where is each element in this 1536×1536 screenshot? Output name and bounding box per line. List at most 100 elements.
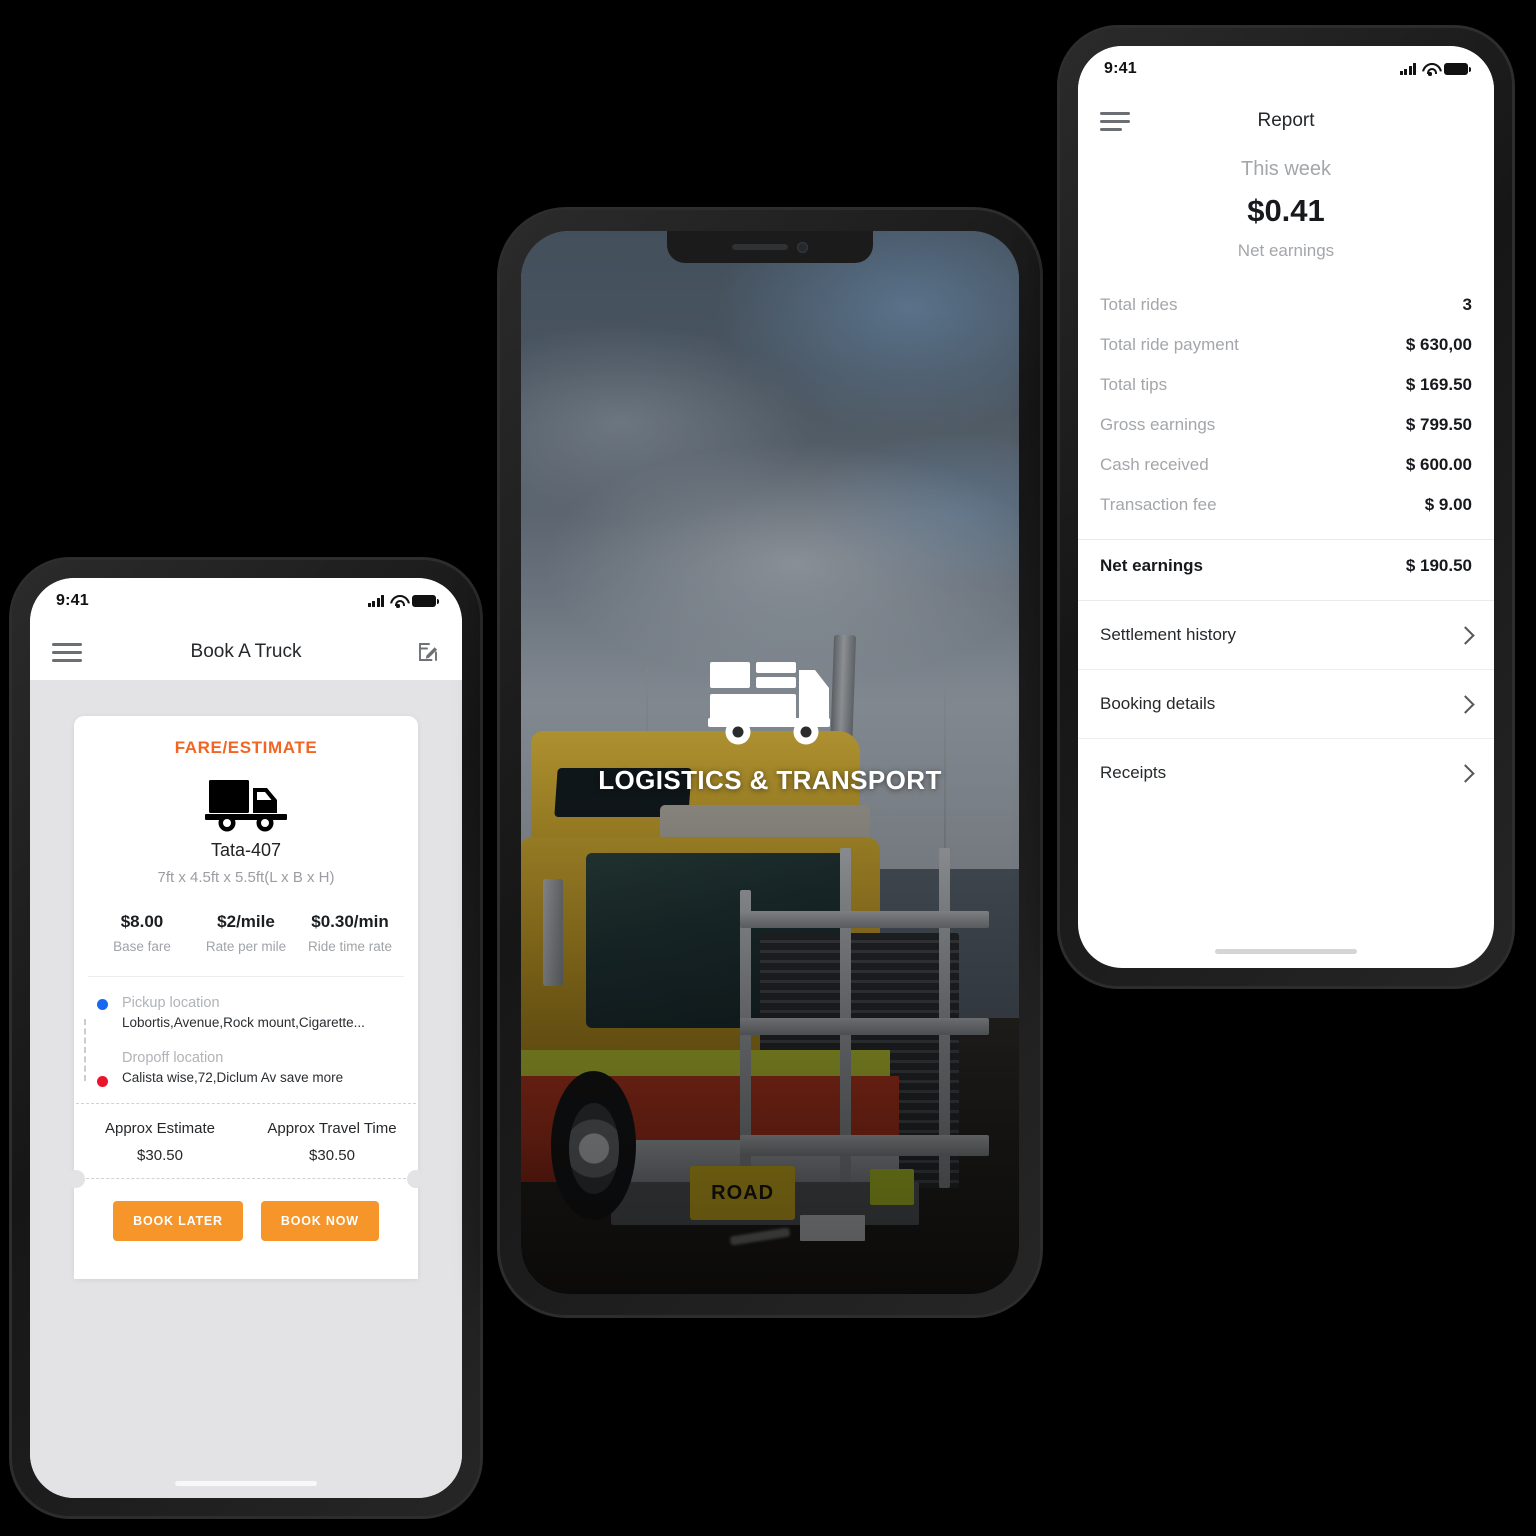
status-time: 9:41 bbox=[56, 592, 89, 609]
chevron-right-icon bbox=[1456, 625, 1475, 645]
dropoff-label: Dropoff location bbox=[122, 1050, 224, 1066]
screenshot-stage: 9:41 Book A Truck FARE/ESTIMATE Tata-407… bbox=[0, 0, 1536, 1536]
report-phone-frame: 9:41 Report This week $0.41 Net earnings bbox=[1060, 28, 1512, 986]
home-indicator[interactable] bbox=[1215, 949, 1357, 954]
summary-period: This week bbox=[1240, 158, 1332, 180]
booking-screen: 9:41 Book A Truck FARE/ESTIMATE Tata-407… bbox=[30, 578, 462, 1498]
fare-estimate-card: FARE/ESTIMATE Tata-407 7ft x 4.5ft x 5.5… bbox=[67, 716, 425, 1279]
rate-label: Base fare bbox=[113, 939, 171, 954]
row-label: Total tips bbox=[1100, 375, 1168, 394]
report-content: This week $0.41 Net earnings Total rides… bbox=[1078, 158, 1494, 807]
edit-compose-icon[interactable] bbox=[416, 640, 440, 664]
hamburger-menu-icon[interactable] bbox=[52, 642, 82, 662]
report-links-list: Settlement history Booking details Recei… bbox=[1078, 601, 1494, 807]
status-bar: 9:41 bbox=[30, 578, 462, 624]
fare-estimate-heading: FARE/ESTIMATE bbox=[174, 738, 318, 757]
table-row: Cash received $ 600.00 bbox=[1078, 445, 1494, 485]
book-now-button[interactable]: BOOK NOW bbox=[260, 1201, 379, 1241]
ticket-zigzag-edge bbox=[74, 1267, 418, 1278]
link-receipts[interactable]: Receipts bbox=[1078, 739, 1494, 807]
table-row: Total rides 3 bbox=[1078, 285, 1494, 325]
status-indicators bbox=[367, 595, 439, 608]
chevron-right-icon bbox=[1456, 694, 1475, 714]
row-label: Cash received bbox=[1100, 455, 1209, 474]
approx-estimate: Approx Estimate $30.50 bbox=[74, 1120, 246, 1164]
approx-travel-time: Approx Travel Time $30.50 bbox=[246, 1120, 418, 1164]
table-row: Total ride payment $ 630,00 bbox=[1078, 325, 1494, 365]
front-camera bbox=[797, 241, 808, 253]
row-value: 3 bbox=[1462, 295, 1472, 314]
summary-amount: $0.41 bbox=[1247, 193, 1325, 228]
notch bbox=[667, 231, 873, 263]
approx-estimate-title: Approx Estimate bbox=[104, 1120, 216, 1137]
row-label: Gross earnings bbox=[1100, 415, 1216, 434]
battery-icon bbox=[1444, 63, 1471, 75]
status-indicators bbox=[1399, 63, 1471, 76]
ticket-notch-right bbox=[407, 1170, 425, 1188]
location-section: Pickup location Lobortis,Avenue,Rock mou… bbox=[74, 977, 418, 1103]
dropoff-dot-icon bbox=[97, 1076, 108, 1087]
hamburger-menu-icon[interactable] bbox=[1100, 111, 1130, 131]
dropoff-address: Calista wise,72,Diclum Av save more bbox=[122, 1070, 344, 1085]
booking-actions: BOOK LATER BOOK NOW bbox=[74, 1179, 418, 1267]
row-value: $ 799.50 bbox=[1405, 415, 1472, 434]
home-indicator[interactable] bbox=[175, 1481, 317, 1486]
pickup-dot-icon bbox=[97, 999, 108, 1010]
row-value: $ 600.00 bbox=[1405, 455, 1472, 474]
rate-ride-time: $0.30/min Ride time rate bbox=[298, 912, 402, 954]
row-value: $ 9.00 bbox=[1424, 495, 1472, 514]
battery-icon bbox=[412, 595, 439, 607]
rate-value: $2/mile bbox=[217, 912, 275, 931]
table-row: Transaction fee $ 9.00 bbox=[1078, 485, 1494, 525]
wifi-icon bbox=[390, 595, 406, 608]
pickup-location-row[interactable]: Pickup location Lobortis,Avenue,Rock mou… bbox=[92, 995, 400, 1030]
rate-value: $0.30/min bbox=[311, 912, 389, 931]
brand-name: LOGISTICS & TRANSPORT bbox=[598, 765, 942, 796]
approx-travel-title: Approx Travel Time bbox=[267, 1120, 397, 1137]
row-label: Transaction fee bbox=[1100, 495, 1217, 514]
net-earnings-label: Net earnings bbox=[1100, 556, 1203, 575]
approx-travel-value: $30.50 bbox=[309, 1147, 355, 1164]
route-connector-line bbox=[84, 1019, 86, 1081]
status-time: 9:41 bbox=[1104, 60, 1137, 77]
book-later-button[interactable]: BOOK LATER bbox=[113, 1201, 243, 1241]
dropoff-location-row[interactable]: Dropoff location Calista wise,72,Diclum … bbox=[92, 1050, 400, 1087]
page-title: Book A Truck bbox=[190, 641, 302, 662]
ticket-perforation-bottom bbox=[67, 1170, 425, 1188]
pickup-address: Lobortis,Avenue,Rock mount,Cigarette... bbox=[122, 1015, 365, 1030]
link-label: Booking details bbox=[1100, 694, 1216, 713]
rate-value: $8.00 bbox=[120, 912, 164, 931]
approx-row: Approx Estimate $30.50 Approx Travel Tim… bbox=[74, 1104, 418, 1178]
approx-estimate-value: $30.50 bbox=[137, 1147, 183, 1164]
table-row: Total tips $ 169.50 bbox=[1078, 365, 1494, 405]
ticket-notch-left bbox=[67, 1170, 85, 1188]
link-booking-details[interactable]: Booking details bbox=[1078, 670, 1494, 739]
page-title: Report bbox=[1257, 110, 1315, 131]
booking-phone-frame: 9:41 Book A Truck FARE/ESTIMATE Tata-407… bbox=[12, 560, 480, 1516]
row-value: $ 630,00 bbox=[1405, 335, 1472, 354]
booking-nav-bar: Book A Truck bbox=[30, 624, 462, 680]
rate-per-mile: $2/mile Rate per mile bbox=[194, 912, 298, 954]
net-earnings-value: $ 190.50 bbox=[1405, 556, 1472, 575]
signal-bars-icon bbox=[367, 595, 384, 607]
report-nav-bar: Report bbox=[1078, 92, 1494, 150]
earpiece-speaker bbox=[732, 244, 788, 250]
rate-row: $8.00 Base fare $2/mile Rate per mile $0… bbox=[74, 912, 418, 976]
table-row: Gross earnings $ 799.50 bbox=[1078, 405, 1494, 445]
link-settlement-history[interactable]: Settlement history bbox=[1078, 601, 1494, 670]
link-label: Settlement history bbox=[1100, 625, 1237, 644]
pickup-label: Pickup location bbox=[122, 995, 220, 1011]
rate-label: Ride time rate bbox=[307, 939, 393, 954]
rate-label: Rate per mile bbox=[205, 939, 287, 954]
splash-branding: LOGISTICS & TRANSPORT bbox=[521, 656, 1019, 796]
splash-screen: ROAD bbox=[521, 231, 1019, 1294]
net-earnings-row: Net earnings $ 190.50 bbox=[1078, 540, 1494, 592]
delivery-truck-icon bbox=[205, 780, 287, 832]
ticket-perforation-top bbox=[76, 1103, 416, 1104]
vehicle-dimensions: 7ft x 4.5ft x 5.5ft(L x B x H) bbox=[157, 869, 335, 886]
vehicle-name: Tata-407 bbox=[210, 840, 282, 860]
wifi-icon bbox=[1422, 63, 1438, 76]
report-screen: 9:41 Report This week $0.41 Net earnings bbox=[1078, 46, 1494, 968]
rate-base-fare: $8.00 Base fare bbox=[90, 912, 194, 954]
status-bar: 9:41 bbox=[1078, 46, 1494, 92]
